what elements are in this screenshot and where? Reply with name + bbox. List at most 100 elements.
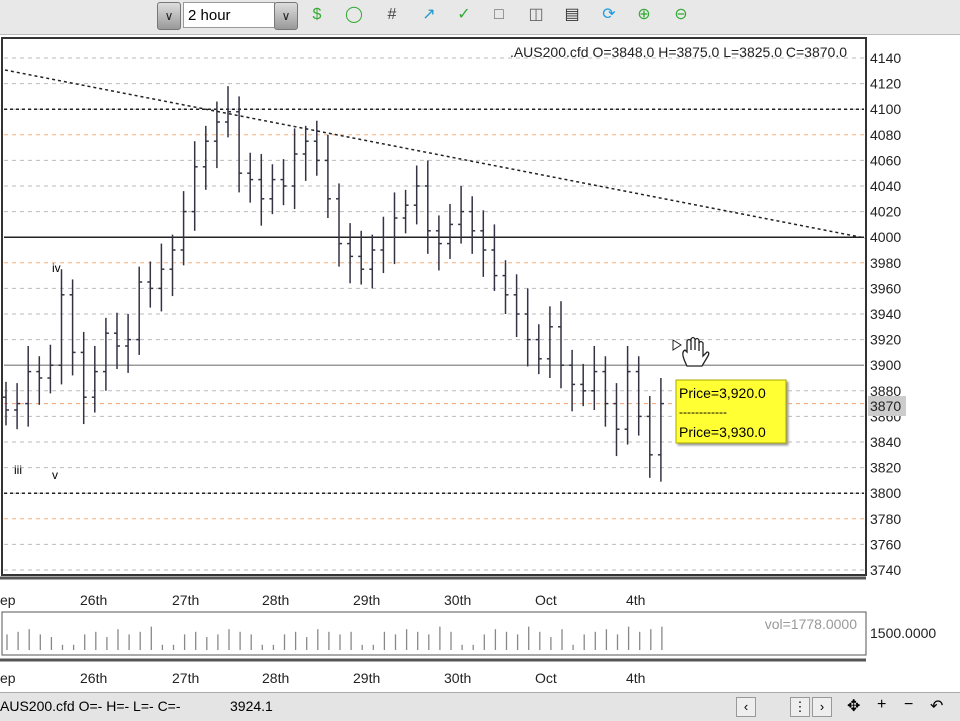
tooltip-price-1: Price=3,920.0 <box>679 385 766 401</box>
wave-label-v: v <box>52 468 58 482</box>
price-axis: 4140 4120 4100 4080 4060 4040 4020 4000 3980 3960… <box>870 50 901 578</box>
ohlc-bar <box>546 306 553 378</box>
grid-lines <box>4 57 864 571</box>
tooltip-price-2: Price=3,930.0 <box>679 424 766 440</box>
draw-line-icon[interactable]: ✓ <box>453 4 475 26</box>
ohlc-bar <box>269 164 276 215</box>
add-indicator-icon[interactable]: $ <box>306 4 328 26</box>
ohlc-bar <box>380 216 387 274</box>
time-tick-label: 27th <box>172 592 199 608</box>
status-symbol: AUS200.cfd O=- H=- L=- C=- <box>0 698 181 714</box>
price-tick-label: 4040 <box>870 178 901 194</box>
time-tick-label: ep <box>0 670 16 686</box>
ohlc-bar <box>36 356 43 405</box>
chart-type-icon[interactable]: ↗ <box>418 4 440 26</box>
time-tick-label: 30th <box>444 592 471 608</box>
price-tick-label: 4000 <box>870 229 901 245</box>
time-tick-label: 30th <box>444 670 471 686</box>
timeframe-dropdown-button[interactable]: ∨ <box>274 2 298 30</box>
price-tick-label: 3840 <box>870 434 901 450</box>
grid-icon[interactable]: # <box>381 4 403 26</box>
time-tick-label: Oct <box>535 670 557 686</box>
ohlc-bar <box>424 160 431 254</box>
price-chart[interactable]: .AUS200.cfd O=3848.0 H=3875.0 L=3825.0 C… <box>0 36 960 692</box>
status-bar: AUS200.cfd O=- H=- L=- C=- 3924.1 ‹ ⋮ › … <box>0 692 960 721</box>
zoom-out-chart-icon[interactable]: ⊖ <box>670 4 692 26</box>
trend-line[interactable] <box>4 69 866 239</box>
ohlc-bar <box>480 210 487 277</box>
volume-panel <box>1 611 867 656</box>
ohlc-bar <box>336 183 342 267</box>
hand-cursor-icon <box>672 336 710 367</box>
time-tick-label: 28th <box>262 670 289 686</box>
ohlc-bar <box>569 349 576 412</box>
ohlc-bar <box>391 192 398 265</box>
price-tick-label: 3920 <box>870 332 901 348</box>
move-icon[interactable]: ✥ <box>847 696 860 716</box>
copy-icon[interactable]: ◫ <box>525 4 547 26</box>
print-icon[interactable]: ▤ <box>561 4 583 26</box>
ohlc-bar <box>125 314 132 373</box>
ohlc-bar <box>513 274 520 338</box>
ohlc-bar <box>236 96 243 193</box>
add-study-icon[interactable]: ◯ <box>343 4 365 26</box>
ohlc-bar <box>47 344 54 394</box>
refresh-icon[interactable]: ⟳ <box>598 4 620 26</box>
ohlc-bar <box>347 223 354 284</box>
timeframe-select[interactable]: 2 hour <box>183 2 275 28</box>
ohlc-bar <box>136 266 143 355</box>
ohlc-bar <box>147 261 154 308</box>
volume-axis-label: 1500.0000 <box>870 625 936 641</box>
time-tick-label: 26th <box>80 670 107 686</box>
ohlc-bar <box>158 243 165 312</box>
price-tick-label: 3800 <box>870 485 901 501</box>
ohlc-bar <box>313 120 320 176</box>
ohlc-bar <box>491 224 498 291</box>
price-tick-label: 3960 <box>870 280 901 296</box>
volume-label: vol=1778.0000 <box>765 616 857 632</box>
reset-view-icon[interactable]: ↶ <box>930 696 943 716</box>
time-tick-label: 29th <box>353 592 380 608</box>
scrollbar-thumb[interactable]: ⋮ <box>790 697 810 717</box>
wave-label-iii: iii <box>14 463 22 477</box>
price-tooltip: Price=3,920.0 ------------ Price=3,930.0 <box>675 379 787 444</box>
time-tick-label: Oct <box>535 592 557 608</box>
ohlc-bar <box>14 383 21 430</box>
ohlc-bar <box>302 125 309 181</box>
price-tick-label: 4080 <box>870 127 901 143</box>
zoom-out-icon[interactable]: − <box>904 696 913 714</box>
zoom-in-icon[interactable]: + <box>877 696 886 714</box>
time-tick-label: 28th <box>262 592 289 608</box>
ohlc-bar <box>502 260 509 314</box>
ohlc-bar <box>324 134 331 218</box>
ohlc-bar <box>258 154 265 226</box>
ohlc-bar <box>69 279 76 376</box>
price-tick-label: 3760 <box>870 536 901 552</box>
ohlc-bar <box>114 312 120 370</box>
ohlc-bar <box>169 234 176 297</box>
zoom-in-chart-icon[interactable]: ⊕ <box>633 4 655 26</box>
time-tick-label: ep <box>0 592 16 608</box>
scroll-right-button[interactable]: › <box>812 697 832 717</box>
price-tick-label: 3940 <box>870 306 901 322</box>
template-icon[interactable]: □ <box>488 4 510 26</box>
toolbar: ∨ 2 hour ∨ $ ◯ # ↗ ✓ □ ◫ ▤ ⟳ ⊕ ⊖ <box>0 0 960 35</box>
ohlc-bar <box>413 165 420 225</box>
ohlc-bar <box>102 317 109 391</box>
ohlc-bar <box>624 346 631 445</box>
status-price: 3924.1 <box>230 698 273 714</box>
ohlc-bar <box>458 186 465 244</box>
time-axis-bottom: ep 26th 27th 28th 29th 30th Oct 4th <box>0 670 645 686</box>
price-panel-border <box>1 37 867 576</box>
ohlc-bar <box>524 288 531 367</box>
ohlc-bar <box>280 159 287 206</box>
time-tick-label: 27th <box>172 670 199 686</box>
ohlc-bar <box>535 324 542 375</box>
time-tick-label: 4th <box>626 592 645 608</box>
ohlc-bar <box>613 383 620 457</box>
ohlc-bar <box>369 234 376 289</box>
price-tick-label: 4060 <box>870 152 901 168</box>
chevron-down-icon[interactable]: ∨ <box>157 2 181 30</box>
ohlc-bar <box>580 363 587 407</box>
scroll-left-button[interactable]: ‹ <box>736 697 756 717</box>
